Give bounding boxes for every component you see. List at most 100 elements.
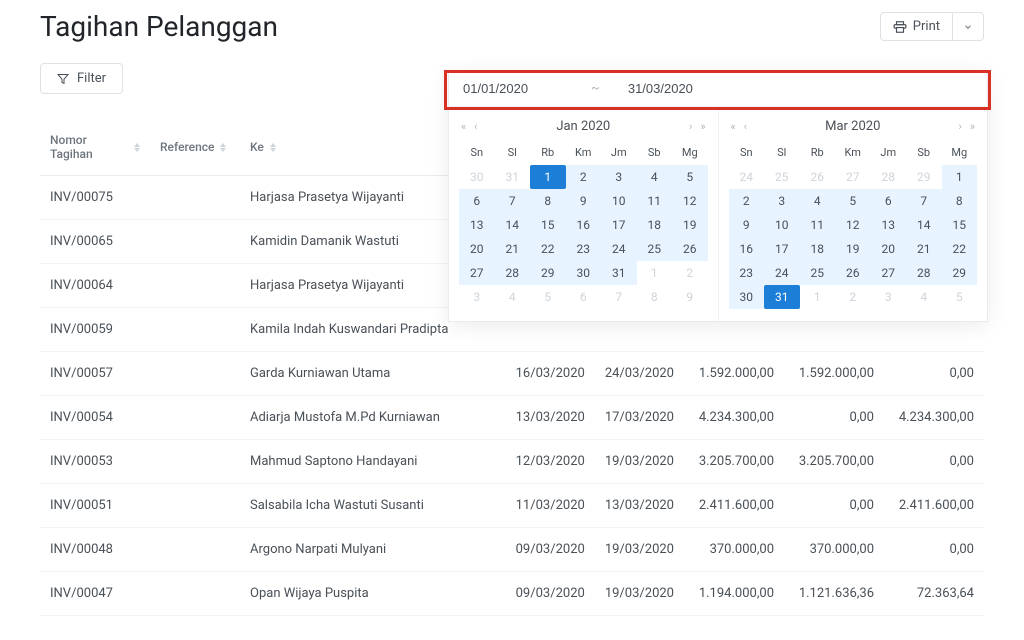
calendar-day[interactable]: 7 — [906, 189, 942, 213]
calendar-day[interactable]: 30 — [566, 261, 602, 285]
table-row[interactable]: INV/00053Mahmud Saptono Handayani12/03/2… — [40, 440, 984, 484]
calendar-day[interactable]: 7 — [495, 189, 531, 213]
prev-year-icon[interactable]: « — [461, 120, 466, 133]
calendar-day[interactable]: 25 — [637, 237, 673, 261]
calendar-day[interactable]: 8 — [942, 189, 978, 213]
col-reference[interactable]: Reference — [150, 119, 240, 176]
calendar-day[interactable]: 31 — [495, 165, 531, 189]
calendar-day[interactable]: 21 — [906, 237, 942, 261]
calendar-day[interactable]: 15 — [530, 213, 566, 237]
calendar-day[interactable]: 29 — [906, 165, 942, 189]
calendar-day[interactable]: 2 — [835, 285, 871, 309]
date-end-input[interactable] — [628, 81, 728, 96]
prev-month-icon[interactable]: ‹ — [744, 120, 747, 133]
calendar-day[interactable]: 29 — [942, 261, 978, 285]
calendar-day[interactable]: 6 — [459, 189, 495, 213]
calendar-day[interactable]: 3 — [764, 189, 800, 213]
calendar-day[interactable]: 16 — [729, 237, 765, 261]
calendar-day[interactable]: 15 — [942, 213, 978, 237]
calendar-day[interactable]: 13 — [459, 213, 495, 237]
calendar-day[interactable]: 4 — [637, 165, 673, 189]
table-row[interactable]: INV/00047Opan Wijaya Puspita09/03/202019… — [40, 572, 984, 616]
calendar-day[interactable]: 21 — [495, 237, 531, 261]
date-start-input[interactable] — [463, 81, 563, 96]
calendar-day[interactable]: 1 — [637, 261, 673, 285]
calendar-day[interactable]: 1 — [800, 285, 836, 309]
calendar-day[interactable]: 4 — [800, 189, 836, 213]
calendar-day[interactable]: 2 — [672, 261, 708, 285]
col-nomor[interactable]: Nomor Tagihan — [40, 119, 150, 176]
calendar-day[interactable]: 17 — [601, 213, 637, 237]
calendar-day[interactable]: 14 — [495, 213, 531, 237]
calendar-day[interactable]: 6 — [871, 189, 907, 213]
calendar-day[interactable]: 23 — [566, 237, 602, 261]
calendar-day[interactable]: 4 — [495, 285, 531, 309]
calendar-day[interactable]: 6 — [566, 285, 602, 309]
calendar-day[interactable]: 20 — [871, 237, 907, 261]
calendar-day[interactable]: 16 — [566, 213, 602, 237]
calendar-day[interactable]: 25 — [764, 165, 800, 189]
calendar-day[interactable]: 26 — [672, 237, 708, 261]
calendar-day[interactable]: 5 — [942, 285, 978, 309]
calendar-day[interactable]: 12 — [835, 213, 871, 237]
table-row[interactable]: INV/00054Adiarja Mustofa M.Pd Kurniawan1… — [40, 396, 984, 440]
table-row[interactable]: INV/00051Salsabila Icha Wastuti Susanti1… — [40, 484, 984, 528]
calendar-day[interactable]: 11 — [800, 213, 836, 237]
calendar-day[interactable]: 5 — [530, 285, 566, 309]
calendar-day[interactable]: 29 — [530, 261, 566, 285]
calendar-day[interactable]: 12 — [672, 189, 708, 213]
calendar-day[interactable]: 1 — [530, 165, 566, 189]
calendar-day[interactable]: 22 — [942, 237, 978, 261]
calendar-day[interactable]: 27 — [871, 261, 907, 285]
calendar-day[interactable]: 9 — [729, 213, 765, 237]
calendar-day[interactable]: 24 — [764, 261, 800, 285]
calendar-day[interactable]: 30 — [459, 165, 495, 189]
calendar-day[interactable]: 26 — [835, 261, 871, 285]
calendar-day[interactable]: 7 — [601, 285, 637, 309]
calendar-day[interactable]: 28 — [871, 165, 907, 189]
calendar-day[interactable]: 18 — [800, 237, 836, 261]
next-year-icon[interactable]: » — [970, 120, 975, 133]
print-dropdown[interactable] — [952, 13, 983, 40]
calendar-day[interactable]: 22 — [530, 237, 566, 261]
calendar-day[interactable]: 8 — [637, 285, 673, 309]
next-year-icon[interactable]: » — [700, 120, 705, 133]
calendar-day[interactable]: 17 — [764, 237, 800, 261]
calendar-day[interactable]: 3 — [601, 165, 637, 189]
calendar-day[interactable]: 10 — [764, 213, 800, 237]
calendar-day[interactable]: 28 — [906, 261, 942, 285]
filter-button[interactable]: Filter — [40, 63, 123, 94]
calendar-day[interactable]: 24 — [601, 237, 637, 261]
calendar-day[interactable]: 31 — [601, 261, 637, 285]
calendar-day[interactable]: 19 — [672, 213, 708, 237]
calendar-day[interactable]: 2 — [729, 189, 765, 213]
calendar-day[interactable]: 9 — [566, 189, 602, 213]
calendar-day[interactable]: 10 — [601, 189, 637, 213]
calendar-day[interactable]: 14 — [906, 213, 942, 237]
prev-month-icon[interactable]: ‹ — [474, 120, 477, 133]
calendar-day[interactable]: 27 — [835, 165, 871, 189]
calendar-day[interactable]: 23 — [729, 261, 765, 285]
next-month-icon[interactable]: › — [689, 120, 692, 133]
calendar-day[interactable]: 26 — [800, 165, 836, 189]
calendar-day[interactable]: 13 — [871, 213, 907, 237]
calendar-day[interactable]: 20 — [459, 237, 495, 261]
calendar-day[interactable]: 3 — [459, 285, 495, 309]
calendar-day[interactable]: 31 — [764, 285, 800, 309]
table-row[interactable]: INV/00057Garda Kurniawan Utama16/03/2020… — [40, 352, 984, 396]
calendar-day[interactable]: 2 — [566, 165, 602, 189]
calendar-day[interactable]: 8 — [530, 189, 566, 213]
calendar-day[interactable]: 27 — [459, 261, 495, 285]
table-row[interactable]: INV/00048Argono Narpati Mulyani09/03/202… — [40, 528, 984, 572]
calendar-day[interactable]: 3 — [871, 285, 907, 309]
calendar-day[interactable]: 5 — [672, 165, 708, 189]
calendar-day[interactable]: 25 — [800, 261, 836, 285]
calendar-day[interactable]: 11 — [637, 189, 673, 213]
calendar-day[interactable]: 24 — [729, 165, 765, 189]
calendar-day[interactable]: 5 — [835, 189, 871, 213]
calendar-day[interactable]: 18 — [637, 213, 673, 237]
calendar-day[interactable]: 1 — [942, 165, 978, 189]
calendar-day[interactable]: 19 — [835, 237, 871, 261]
calendar-day[interactable]: 30 — [729, 285, 765, 309]
print-button[interactable]: Print — [881, 13, 952, 40]
